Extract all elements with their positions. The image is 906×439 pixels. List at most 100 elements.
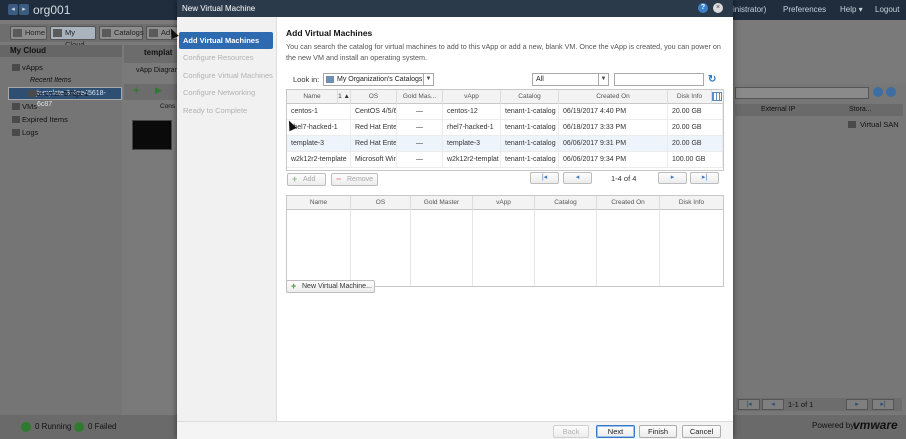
column-divider	[410, 210, 411, 286]
column-created-on[interactable]: Created On	[559, 90, 668, 104]
column-vapp[interactable]: vApp	[473, 196, 535, 210]
table-row[interactable]: template-3 Red Hat Ente — template-3 tenant-…	[287, 136, 723, 152]
vm-console-thumbnail[interactable]	[132, 120, 172, 150]
first-page-button[interactable]: |◂	[530, 172, 559, 184]
cell-created-on: 06/06/2017 9:31 PM	[559, 136, 668, 152]
next-page-button[interactable]: ▸	[658, 172, 687, 184]
running-status[interactable]: 0 Running	[21, 422, 71, 432]
column-os[interactable]: OS	[351, 196, 411, 210]
failed-status[interactable]: 0 Failed	[74, 422, 116, 432]
virtual-san-cell: Virtual SAN	[848, 120, 899, 129]
catalogs-button[interactable]: Catalogs	[99, 26, 144, 40]
column-catalog[interactable]: Catalog	[535, 196, 597, 210]
help-icon[interactable]: ?	[698, 3, 708, 13]
column-gold-master[interactable]: Gold Mas...	[397, 90, 443, 104]
cell-disk-info: 100.00 GB	[668, 152, 723, 168]
running-icon	[21, 422, 31, 432]
right-pager-text: 1-1 of 1	[788, 400, 814, 409]
prev-page-icon[interactable]: ◂	[762, 399, 784, 410]
table-row[interactable]: centos-1 CentOS 4/5/6— centos-12 tenant-1-c…	[287, 104, 723, 120]
preferences-link[interactable]: Preferences	[783, 5, 826, 14]
back-arrow-icon[interactable]: ◂	[8, 4, 18, 15]
last-page-icon[interactable]: ▸|	[872, 399, 894, 410]
catalog-vm-grid: Name 1 ▲ OS Gold Mas... vApp Catalog Cre…	[286, 89, 724, 171]
remove-button[interactable]: − Remove	[331, 173, 378, 186]
vm-icon	[28, 90, 36, 97]
search-icon[interactable]	[873, 87, 883, 97]
page-description: You can search the catalog for virtual m…	[286, 42, 721, 62]
home-button[interactable]: Home	[10, 26, 47, 40]
wizard-steps: Add Virtual Machines Configure Resources…	[177, 17, 277, 421]
forward-arrow-icon[interactable]: ▸	[19, 4, 29, 15]
vapp-diagram-tab[interactable]: vApp Diagram	[136, 67, 180, 74]
last-page-button[interactable]: ▸|	[690, 172, 719, 184]
table-row[interactable]: rhel7-hacked-1 Red Hat Ente — rhel7-hacked-…	[287, 120, 723, 136]
step-configure-resources: Configure Resources	[183, 53, 254, 62]
cell-disk-info: 20.00 GB	[668, 104, 723, 120]
finish-button[interactable]: Finish	[639, 425, 677, 438]
page-heading: Add Virtual Machines	[286, 28, 373, 38]
cell-name: template-3	[287, 136, 351, 152]
help-link[interactable]: Help ▾	[840, 5, 863, 14]
vmware-logo: vmware	[853, 418, 898, 432]
tree-recent-items: Recent Items	[30, 77, 72, 84]
add-button[interactable]: + Add	[287, 173, 326, 186]
powered-by-text: Powered by	[812, 421, 855, 430]
look-in-select[interactable]: My Organization's Catalogs ▼	[323, 73, 434, 86]
sort-indicator[interactable]: 1 ▲	[338, 90, 351, 104]
right-grid-header: External IP Stora...	[735, 104, 903, 116]
selected-grid-header: Name OS Gold Master vApp Catalog Created…	[287, 196, 723, 210]
left-pane-title: My Cloud	[0, 45, 122, 57]
column-name[interactable]: Name	[287, 196, 351, 210]
logout-link[interactable]: Logout	[875, 5, 899, 14]
tree-item-bf-cma[interactable]: bf-cma--576jx-1	[0, 87, 122, 100]
column-chooser-icon[interactable]	[712, 92, 722, 101]
cell-created-on: 06/06/2017 9:34 PM	[559, 152, 668, 168]
cancel-button[interactable]: Cancel	[682, 425, 721, 438]
close-icon[interactable]: ×	[713, 3, 723, 13]
my-cloud-button[interactable]: My Cloud	[50, 26, 96, 49]
catalog-icon	[326, 76, 334, 83]
filter-select[interactable]: All ▼	[532, 73, 609, 86]
column-disk-info[interactable]: Disk Info	[668, 90, 712, 104]
right-pane	[732, 84, 906, 414]
add-icon[interactable]: +	[133, 85, 139, 97]
next-button[interactable]: Next	[596, 425, 635, 438]
column-os[interactable]: OS	[351, 90, 397, 104]
cell-name: w2k12r2-template	[287, 152, 351, 168]
first-page-icon[interactable]: |◂	[738, 399, 760, 410]
vapp-row-tools: + ▶	[124, 84, 180, 100]
tree-logs[interactable]: Logs	[0, 126, 122, 139]
right-filter-select[interactable]	[735, 87, 869, 99]
column-created-on[interactable]: Created On	[597, 196, 660, 210]
table-row[interactable]: w2k12r2-template Microsoft Win — w2k12r2-te…	[287, 152, 723, 168]
column-disk-info[interactable]: Disk Info	[660, 196, 723, 210]
cell-gold-master: —	[397, 152, 443, 168]
cell-gold-master: —	[397, 104, 443, 120]
column-divider	[596, 210, 597, 286]
check-icon	[74, 422, 84, 432]
column-catalog[interactable]: Catalog	[501, 90, 559, 104]
home-icon	[13, 29, 22, 37]
cell-created-on: 06/19/2017 4:40 PM	[559, 104, 668, 120]
refresh-icon[interactable]: ↻	[708, 74, 719, 85]
tree-vms[interactable]: VMs	[0, 100, 122, 113]
column-divider	[350, 210, 351, 286]
user-name[interactable]: inistrator)	[733, 5, 766, 14]
tree-vapps[interactable]: vApps	[0, 61, 122, 74]
catalog-icon	[102, 29, 111, 37]
column-vapp[interactable]: vApp	[443, 90, 501, 104]
minus-icon: −	[336, 174, 342, 184]
play-icon[interactable]: ▶	[155, 85, 162, 96]
new-virtual-machine-button[interactable]: + New Virtual Machine...	[286, 280, 375, 293]
step-add-virtual-machines[interactable]: Add Virtual Machines	[179, 32, 273, 49]
back-button[interactable]: Back	[553, 425, 589, 438]
next-page-icon[interactable]: ▸	[846, 399, 868, 410]
gear-icon[interactable]	[886, 87, 896, 97]
cell-os: Red Hat Ente	[351, 136, 397, 152]
column-gold-master[interactable]: Gold Master	[411, 196, 473, 210]
prev-page-button[interactable]: ◂	[563, 172, 592, 184]
tree-expired-items[interactable]: Expired Items	[0, 113, 122, 126]
search-input[interactable]	[614, 73, 704, 86]
column-name[interactable]: Name	[287, 90, 338, 104]
